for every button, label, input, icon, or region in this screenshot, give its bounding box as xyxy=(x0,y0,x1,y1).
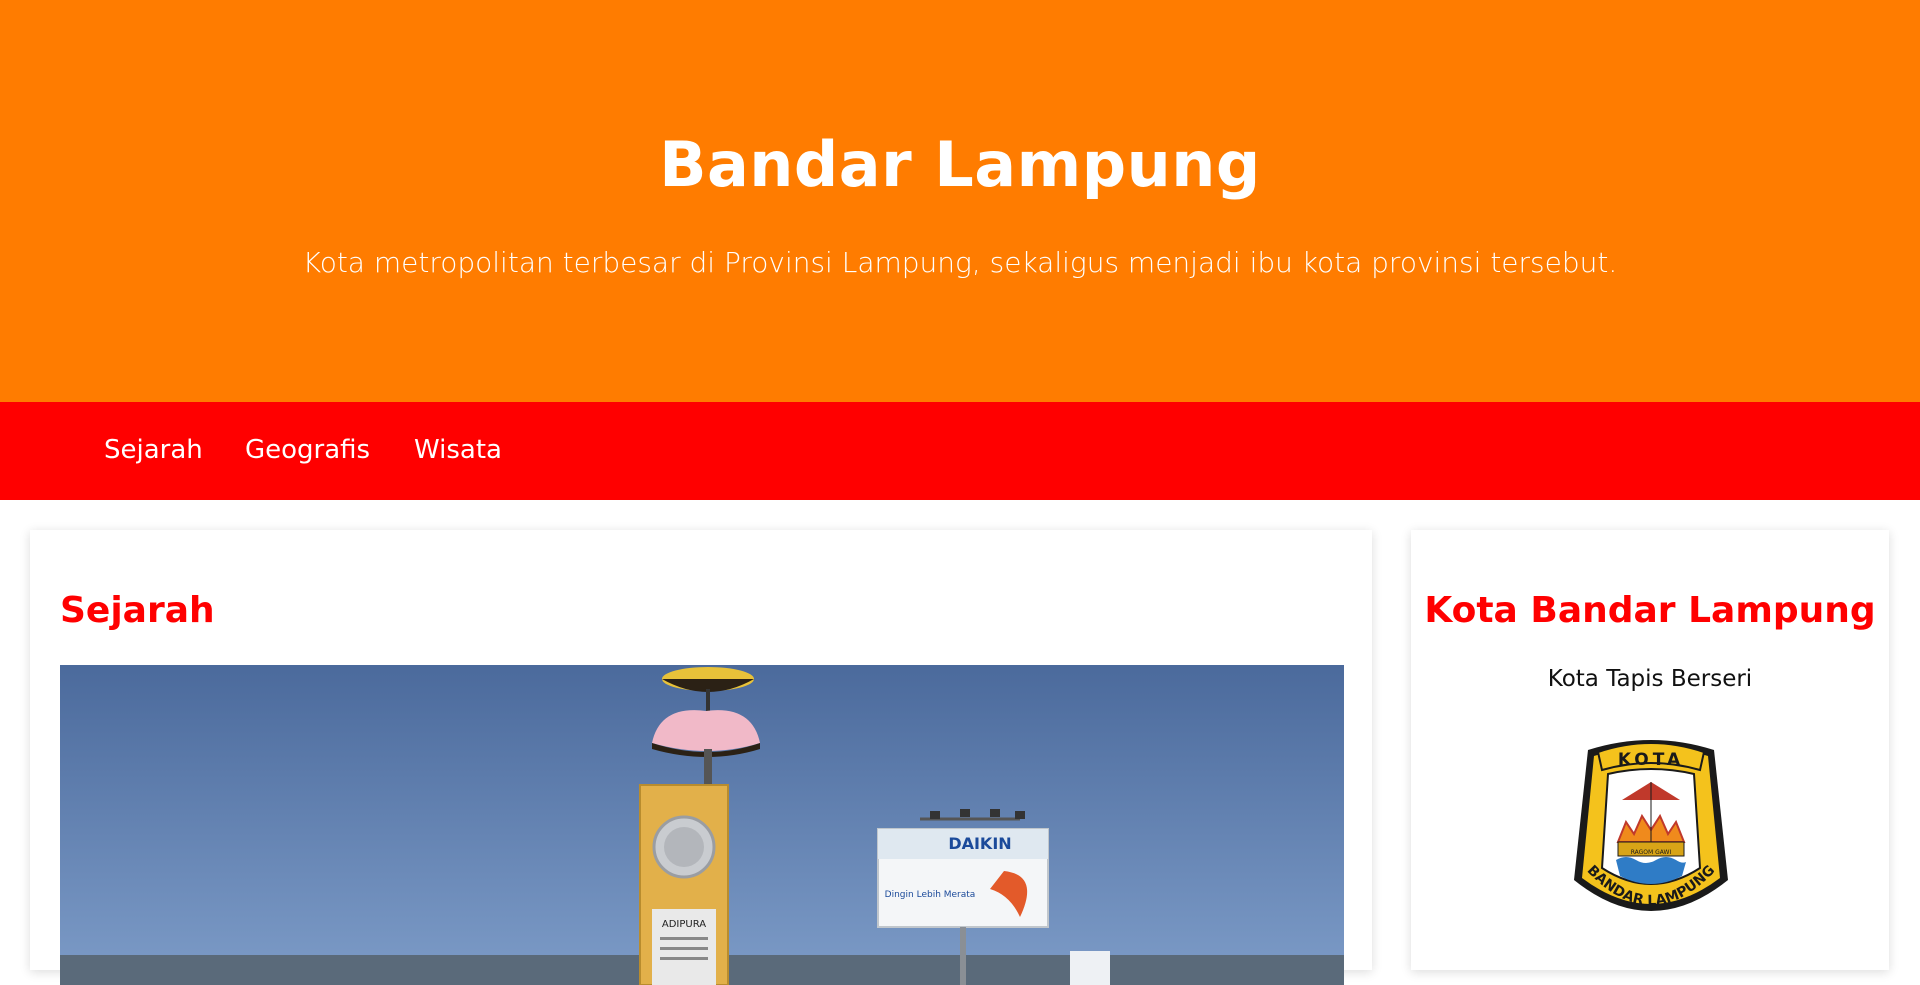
nav-item-sejarah[interactable]: Sejarah xyxy=(104,435,203,465)
svg-text:ADIPURA: ADIPURA xyxy=(662,919,706,930)
section-title: Sejarah xyxy=(60,590,215,631)
svg-text:Dingin Lebih Merata: Dingin Lebih Merata xyxy=(885,890,976,900)
nav-item-wisata[interactable]: Wisata xyxy=(414,435,502,465)
tugu-adipura-image: ADIPURA DAIKIN Dingin Lebih Merata xyxy=(60,665,1344,985)
main-article-card: Sejarah ADIPURA DAIKIN Dingin Lebih Mera… xyxy=(30,530,1372,985)
monument-pillar: ADIPURA xyxy=(639,784,729,985)
site-subtitle: Kota metropolitan terbesar di Provinsi L… xyxy=(302,246,1618,279)
sidebar-title: Kota Bandar Lampung xyxy=(1424,590,1876,631)
article-photo: ADIPURA DAIKIN Dingin Lebih Merata xyxy=(60,665,1344,985)
city-emblem-logo: KOTA RAGOM GAWI BANDAR LAMPUNG xyxy=(1574,740,1728,911)
nav-item-geografis[interactable]: Geografis xyxy=(245,435,370,465)
svg-text:KOTA: KOTA xyxy=(1618,750,1684,770)
svg-text:DAIKIN: DAIKIN xyxy=(948,834,1011,853)
main-navbar: Sejarah Geografis Wisata xyxy=(0,402,1920,500)
svg-text:RAGOM GAWI: RAGOM GAWI xyxy=(1631,849,1672,856)
sidebar-card: Kota Bandar Lampung Kota Tapis Berseri K… xyxy=(1411,530,1889,970)
site-title: Bandar Lampung xyxy=(659,128,1261,201)
hero-header: Bandar Lampung Kota metropolitan terbesa… xyxy=(0,0,1920,402)
sidebar-subtitle: Kota Tapis Berseri xyxy=(1547,666,1753,692)
